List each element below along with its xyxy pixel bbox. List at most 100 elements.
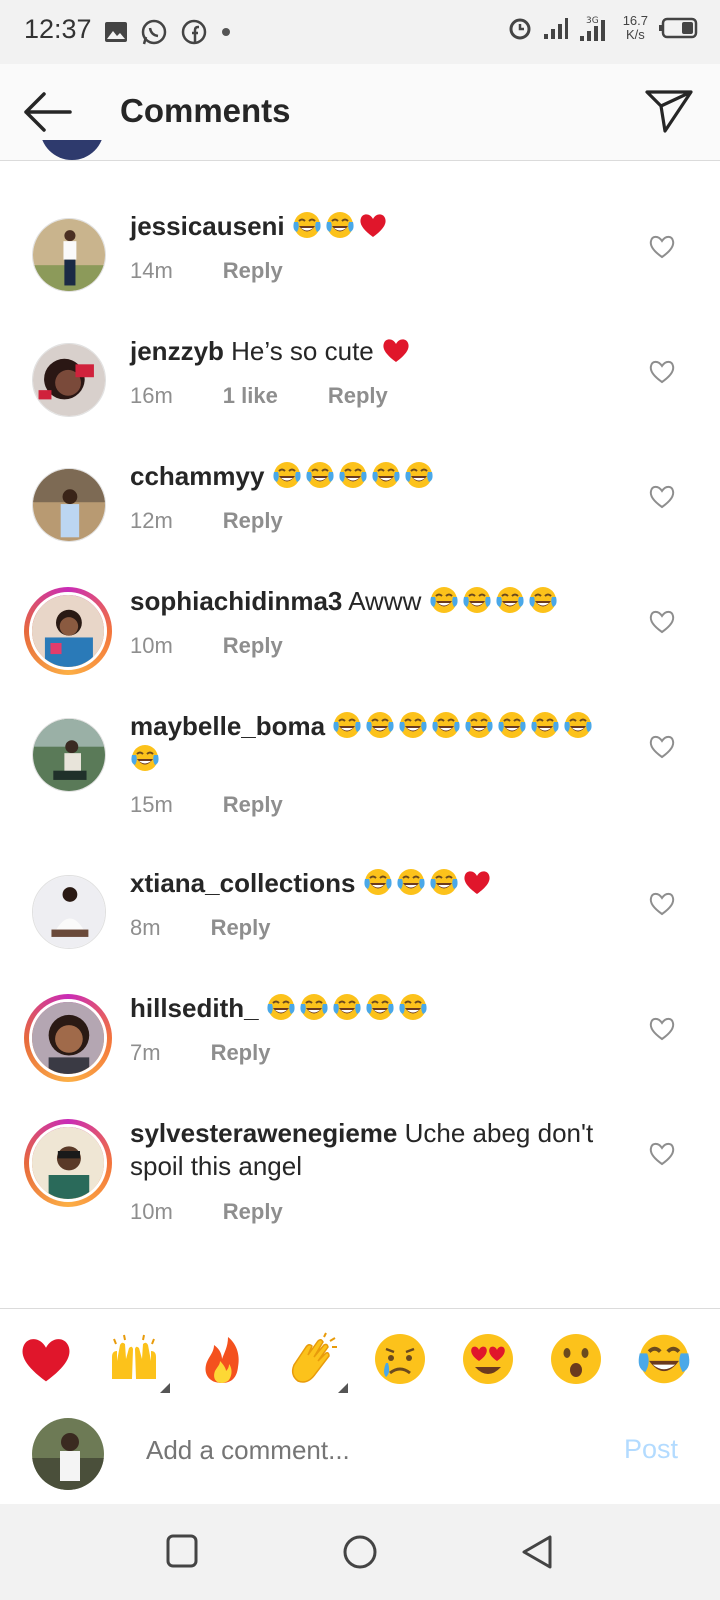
comment-body: sophiachidinma3 Awww — [130, 585, 620, 618]
comment-text: Awww — [348, 586, 422, 616]
comment-time: 10m — [130, 1199, 173, 1224]
tears-of-joy-emoji — [462, 585, 492, 615]
comment-username[interactable]: maybelle_boma — [130, 711, 325, 741]
reply-button[interactable]: Reply — [223, 633, 283, 659]
like-heart-icon[interactable] — [648, 358, 676, 384]
reply-button[interactable]: Reply — [328, 383, 388, 409]
fire-reaction-button[interactable] — [194, 1331, 250, 1387]
post-button[interactable]: Post — [624, 1434, 678, 1465]
comment-meta: 10m Reply — [130, 633, 283, 659]
system-nav-bar — [0, 1504, 720, 1600]
avatar-image — [32, 875, 106, 949]
comment-username[interactable]: hillsedith_ — [130, 993, 259, 1023]
like-heart-icon[interactable] — [648, 1015, 676, 1041]
heart-eyes-reaction-button[interactable] — [460, 1331, 516, 1387]
comment-meta: 15m Reply — [130, 792, 283, 818]
comment-body: jessicauseni — [130, 210, 620, 243]
comment-username[interactable]: jessicauseni — [130, 211, 285, 241]
tears-of-joy-emoji — [429, 585, 459, 615]
red-heart-emoji — [358, 210, 388, 240]
tears-of-joy-emoji — [305, 460, 335, 490]
like-heart-icon[interactable] — [648, 233, 676, 259]
reply-button[interactable]: Reply — [211, 915, 271, 941]
red-heart-emoji — [462, 867, 492, 897]
red-heart-reaction-button[interactable] — [18, 1331, 74, 1387]
likes-count[interactable]: 1 like — [223, 383, 278, 409]
comment-meta: 16m 1 like Reply — [130, 383, 388, 409]
avatar[interactable] — [32, 468, 106, 542]
comment-body: hillsedith_ — [130, 992, 620, 1025]
quick-reactions-bar — [0, 1308, 720, 1406]
network-type-label: 3G — [586, 16, 599, 26]
tears-of-joy-emoji — [365, 710, 395, 740]
like-heart-icon[interactable] — [648, 1140, 676, 1166]
avatar-image — [29, 1124, 107, 1202]
tears-of-joy-emoji — [497, 710, 527, 740]
avatar-image — [29, 999, 107, 1077]
comment-username[interactable]: sophiachidinma3 — [130, 586, 342, 616]
like-heart-icon[interactable] — [648, 608, 676, 634]
avatar[interactable] — [32, 718, 106, 792]
tears-of-joy-emoji — [338, 460, 368, 490]
avatar[interactable] — [32, 875, 106, 949]
tears-of-joy-emoji — [495, 585, 525, 615]
direct-send-icon[interactable] — [644, 88, 694, 134]
tears-of-joy-reaction-button[interactable] — [636, 1331, 692, 1387]
comment-time: 7m — [130, 1040, 161, 1065]
reply-button[interactable]: Reply — [223, 508, 283, 534]
comment-username[interactable]: cchammyy — [130, 461, 264, 491]
avatar-story-ring[interactable] — [24, 1119, 112, 1207]
gallery-icon — [105, 22, 127, 42]
like-heart-icon[interactable] — [648, 483, 676, 509]
recent-apps-icon[interactable] — [166, 1534, 198, 1568]
page-title: Comments — [120, 92, 291, 129]
comment-username[interactable]: sylvesterawenegieme — [130, 1118, 397, 1148]
comment-username[interactable]: xtiana_collections — [130, 868, 355, 898]
comment-time: 15m — [130, 792, 173, 817]
clapping-hands-reaction-button[interactable] — [284, 1331, 348, 1393]
reply-button[interactable]: Reply — [211, 1040, 271, 1066]
comment-body: xtiana_collections — [130, 867, 620, 900]
crying-face-reaction-button[interactable] — [372, 1331, 428, 1387]
comment-body: sylvesterawenegieme Uche abeg don't spoi… — [130, 1117, 620, 1183]
net-speed: 16.7 K/s — [623, 14, 648, 42]
reply-button[interactable]: Reply — [223, 258, 283, 284]
skin-tone-indicator — [338, 1383, 348, 1393]
comment-meta: 14m Reply — [130, 258, 283, 284]
tears-of-joy-emoji — [404, 460, 434, 490]
comment-username[interactable]: jenzzyb — [130, 336, 224, 366]
like-heart-icon[interactable] — [648, 890, 676, 916]
tears-of-joy-emoji — [292, 210, 322, 240]
avatar[interactable] — [32, 343, 106, 417]
back-icon[interactable] — [520, 1534, 554, 1570]
home-icon[interactable] — [342, 1534, 378, 1570]
back-arrow-icon[interactable] — [22, 90, 72, 134]
tears-of-joy-emoji — [325, 210, 355, 240]
tears-of-joy-emoji — [528, 585, 558, 615]
avatar[interactable] — [32, 218, 106, 292]
surprised-face-reaction-button[interactable] — [548, 1331, 604, 1387]
alarm-icon — [509, 18, 531, 40]
tears-of-joy-emoji — [431, 710, 461, 740]
tears-of-joy-emoji — [272, 460, 302, 490]
like-heart-icon[interactable] — [648, 733, 676, 759]
comment-time: 16m — [130, 383, 173, 408]
scrolled-avatar — [40, 140, 104, 164]
tears-of-joy-emoji — [530, 710, 560, 740]
tears-of-joy-emoji — [371, 460, 401, 490]
comment-input[interactable] — [144, 1434, 548, 1467]
avatar-story-ring[interactable] — [24, 587, 112, 675]
tears-of-joy-emoji — [398, 992, 428, 1022]
avatar-story-ring[interactable] — [24, 994, 112, 1082]
raising-hands-reaction-button[interactable] — [106, 1331, 170, 1393]
reply-button[interactable]: Reply — [223, 792, 283, 818]
tears-of-joy-emoji — [464, 710, 494, 740]
comment-meta: 8m Reply — [130, 915, 270, 941]
tears-of-joy-emoji — [365, 992, 395, 1022]
status-time: 12:37 — [24, 14, 92, 44]
comment-time: 10m — [130, 633, 173, 658]
comment-meta: 7m Reply — [130, 1040, 270, 1066]
reply-button[interactable]: Reply — [223, 1199, 283, 1225]
tears-of-joy-emoji — [266, 992, 296, 1022]
comment-text: He’s so cute — [231, 336, 374, 366]
